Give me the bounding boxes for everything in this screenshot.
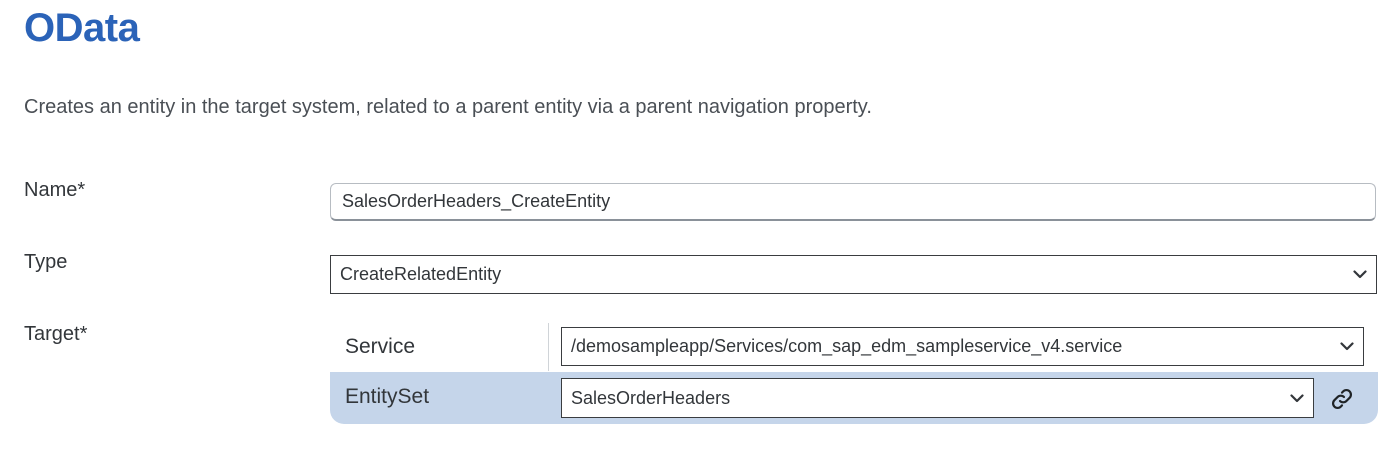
entityset-select-value: SalesOrderHeaders [571, 387, 731, 408]
service-select-value: /demosampleapp/Services/com_sap_edm_samp… [571, 336, 1123, 356]
entityset-label: EntitySet [345, 385, 430, 408]
chevron-down-icon [1344, 256, 1376, 293]
type-select[interactable]: CreateRelatedEntity [330, 255, 1377, 294]
chevron-down-icon [1331, 328, 1363, 365]
target-row-service: Service /demosampleapp/Services/com_sap_… [330, 323, 1378, 371]
chevron-down-icon [1281, 379, 1313, 417]
odata-action-editor: OData Creates an entity in the target sy… [0, 0, 1400, 456]
name-field[interactable] [330, 183, 1376, 221]
type-label: Type [24, 251, 68, 273]
service-label: Service [345, 335, 416, 358]
column-divider [548, 323, 549, 371]
entityset-select[interactable]: SalesOrderHeaders [561, 378, 1314, 418]
link-icon[interactable] [1326, 383, 1358, 415]
page-description: Creates an entity in the target system, … [24, 96, 872, 118]
service-select[interactable]: /demosampleapp/Services/com_sap_edm_samp… [561, 327, 1364, 366]
name-label: Name* [24, 179, 86, 201]
page-title: OData [24, 6, 140, 50]
target-table: Service /demosampleapp/Services/com_sap_… [330, 323, 1378, 424]
target-label: Target* [24, 323, 88, 345]
type-select-value: CreateRelatedEntity [340, 264, 502, 284]
target-row-entityset: EntitySet SalesOrderHeaders [330, 372, 1378, 424]
